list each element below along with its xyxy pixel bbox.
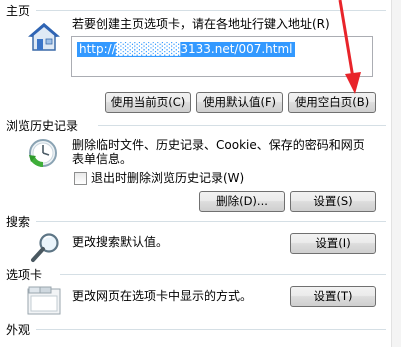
history-clock-icon — [27, 137, 59, 169]
delete-on-exit-label: 退出时删除浏览历史记录(W) — [91, 171, 245, 185]
tabs-window-icon — [27, 285, 61, 315]
tabs-section-title: 选项卡 — [6, 268, 43, 282]
history-description: 删除临时文件、历史记录、Cookie、保存的密码和网页表单信息。 — [72, 138, 365, 166]
divider — [36, 329, 386, 330]
search-magnifier-icon — [29, 232, 63, 264]
home-page-url-selected-text: http://▓▓▓▓▓▓▓3133.net/007.html — [77, 42, 295, 57]
dialog-right-edge — [391, 0, 401, 347]
home-section-title: 主页 — [6, 4, 31, 18]
annotation-arrow-icon — [338, 0, 361, 94]
appearance-section-title: 外观 — [6, 323, 31, 337]
tabs-description: 更改网页在选项卡中显示的方式。 — [72, 289, 253, 303]
search-section-title: 搜索 — [6, 215, 31, 229]
tabs-settings-button[interactable]: 设置(T) — [290, 286, 376, 307]
search-settings-button[interactable]: 设置(I) — [290, 233, 376, 254]
home-house-icon — [27, 22, 61, 52]
history-section-title: 浏览历史记录 — [6, 119, 79, 133]
divider — [36, 221, 386, 222]
delete-on-exit-checkbox[interactable] — [74, 172, 87, 185]
divider — [60, 274, 386, 275]
use-current-page-button[interactable]: 使用当前页(C) — [105, 92, 191, 113]
search-description: 更改搜索默认值。 — [72, 235, 169, 249]
delete-history-button[interactable]: 删除(D)... — [199, 191, 285, 212]
divider — [98, 125, 386, 126]
use-default-button[interactable]: 使用默认值(F) — [196, 92, 283, 113]
history-settings-button[interactable]: 设置(S) — [290, 191, 376, 212]
